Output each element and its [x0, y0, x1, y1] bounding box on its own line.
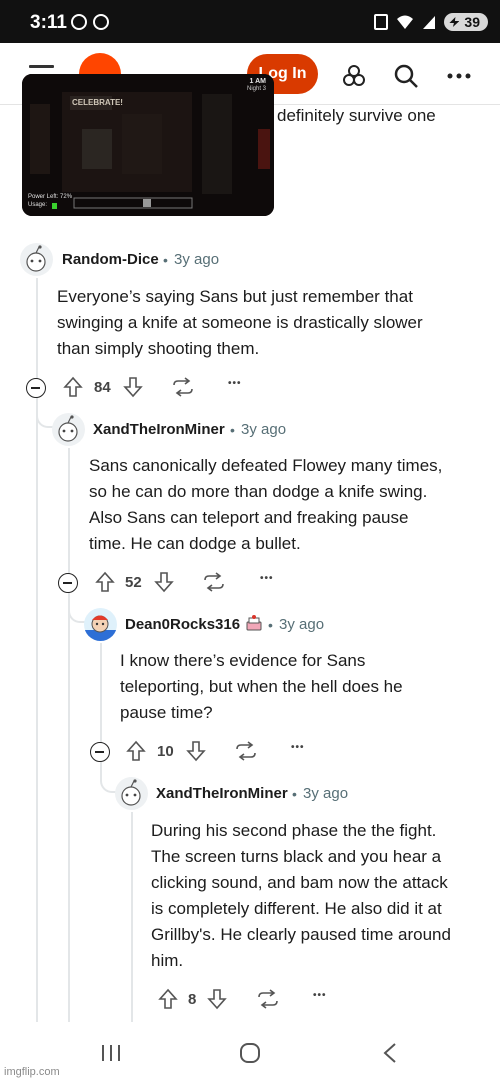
collapse-button[interactable]: [26, 378, 46, 398]
vote-count: 10: [157, 743, 174, 760]
shapes-icon[interactable]: [341, 63, 367, 89]
collapse-button[interactable]: [58, 573, 78, 593]
comment-age: 3y ago: [279, 616, 325, 633]
recent-apps-icon[interactable]: [100, 1043, 122, 1063]
system-nav-bar: [0, 1022, 500, 1083]
comment-age: 3y ago: [174, 251, 220, 268]
search-icon[interactable]: [393, 63, 419, 89]
reply-icon[interactable]: [257, 989, 279, 1009]
flair-icon: [246, 615, 262, 631]
status-bar: 3:11 39: [0, 0, 500, 43]
upvote-icon[interactable]: [94, 571, 116, 593]
separator-dot: •: [292, 786, 297, 802]
reply-icon[interactable]: [172, 377, 194, 397]
more-options-icon[interactable]: [446, 63, 472, 89]
video-player[interactable]: CELEBRATE! 1 AM Night 3 Power Left: 72% …: [22, 74, 274, 216]
previous-comment-text: definitely survive one: [277, 106, 436, 125]
username[interactable]: Random-Dice: [62, 251, 159, 268]
video-usage-text: Usage:: [28, 202, 48, 208]
comment-age: 3y ago: [303, 785, 349, 802]
separator-dot: •: [230, 422, 235, 438]
avatar[interactable]: [52, 413, 85, 446]
comment-body: During his second phase the the fight. T…: [151, 821, 451, 970]
username[interactable]: Dean0Rocks316: [125, 616, 240, 633]
more-options-button[interactable]: •••: [260, 573, 274, 584]
video-power-text: Power Left: 72%: [28, 194, 73, 200]
avatar[interactable]: [84, 608, 117, 641]
nfc-icon: [374, 14, 389, 30]
thread-connector: [36, 396, 54, 428]
thread-line: [100, 643, 102, 743]
comment-body: I know there’s evidence for Sans telepor…: [120, 651, 403, 722]
wifi-icon: [397, 15, 414, 29]
video-usage-bar: [52, 203, 57, 209]
comment-age: 3y ago: [241, 421, 287, 438]
upvote-icon[interactable]: [125, 740, 147, 762]
reply-icon[interactable]: [203, 572, 225, 592]
downvote-icon[interactable]: [185, 740, 207, 762]
vote-count: 8: [188, 991, 197, 1008]
username[interactable]: XandTheIronMiner: [156, 785, 288, 802]
comment-body: Everyone’s saying Sans but just remember…: [57, 287, 423, 358]
video-night-text: Night 3: [246, 86, 266, 92]
more-options-button[interactable]: •••: [291, 742, 305, 753]
thread-line: [131, 812, 133, 1022]
vote-count: 52: [125, 574, 142, 591]
collapse-button[interactable]: [90, 742, 110, 762]
downvote-icon[interactable]: [153, 571, 175, 593]
home-icon[interactable]: [239, 1042, 261, 1064]
upvote-icon[interactable]: [62, 376, 84, 398]
back-icon[interactable]: [382, 1042, 398, 1064]
status-time: 3:11: [30, 12, 67, 33]
signal-icon: [423, 16, 436, 29]
avatar[interactable]: [115, 777, 148, 810]
comment-body: Sans canonically defeated Flowey many ti…: [89, 456, 443, 553]
thread-line: [68, 448, 70, 1022]
more-options-button[interactable]: •••: [313, 990, 327, 1001]
watermark: imgflip.com: [4, 1066, 60, 1078]
upvote-icon[interactable]: [157, 988, 179, 1010]
separator-dot: •: [163, 252, 168, 268]
downvote-icon[interactable]: [122, 376, 144, 398]
more-options-button[interactable]: •••: [228, 378, 242, 389]
username[interactable]: XandTheIronMiner: [93, 421, 225, 438]
reply-icon[interactable]: [235, 741, 257, 761]
vote-count: 84: [94, 379, 111, 396]
threads-icon: [93, 14, 109, 30]
video-clock-text: 1 AM: [249, 78, 266, 85]
thread-connector: [68, 591, 86, 623]
downvote-icon[interactable]: [206, 988, 228, 1010]
video-banner-text: CELEBRATE!: [72, 98, 123, 107]
threads-icon: [71, 14, 87, 30]
battery-indicator: 39: [444, 13, 488, 31]
avatar[interactable]: [20, 243, 53, 276]
separator-dot: •: [268, 617, 273, 633]
